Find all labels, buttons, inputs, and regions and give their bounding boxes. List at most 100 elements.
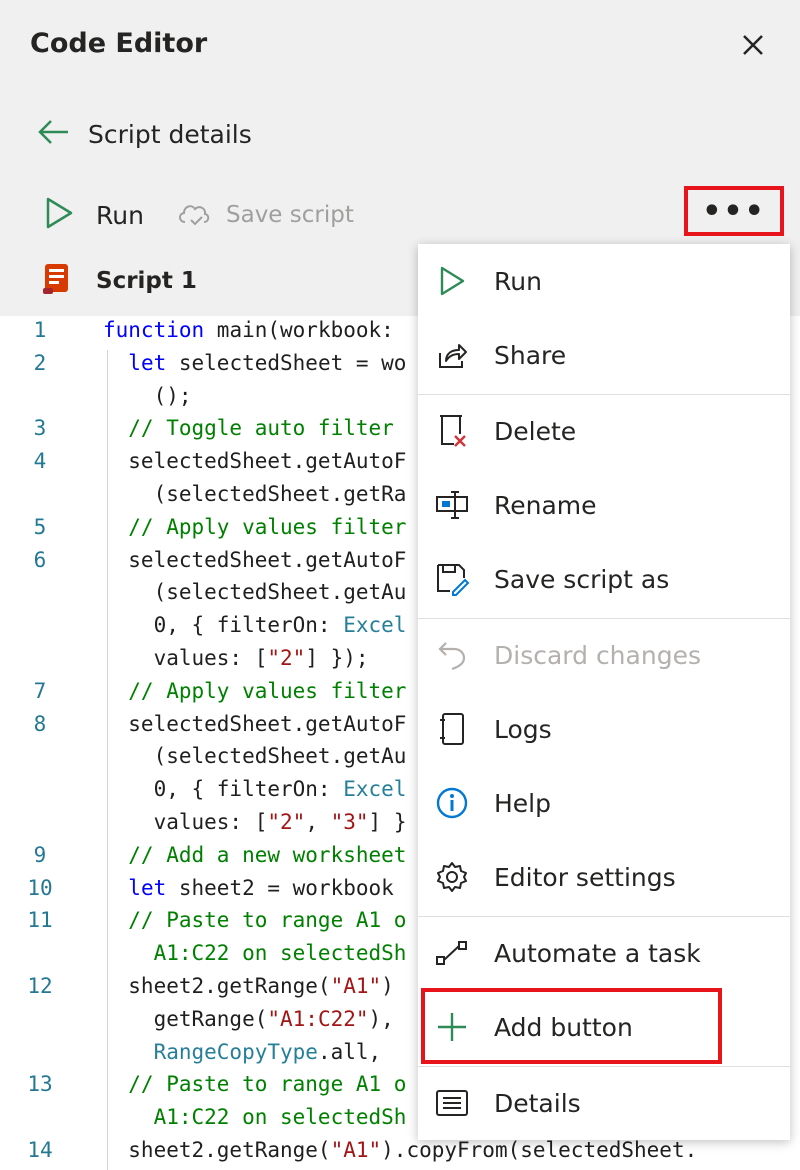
code-token: Excel <box>343 777 407 802</box>
menu-item-label: Share <box>494 340 567 370</box>
menu-item-delete[interactable]: Delete <box>418 396 790 466</box>
code-line: sheet2.getRange("A1").copyFrom(selectedS… <box>103 1138 697 1162</box>
code-token: 0, { filterOn: <box>103 613 344 638</box>
code-token: .all, <box>317 1039 394 1064</box>
code-line: A1:C22 on selectedSh <box>103 941 407 966</box>
code-token: selectedSheet = wo <box>166 350 407 375</box>
menu-separator <box>418 1066 790 1067</box>
delete-icon <box>434 413 470 449</box>
code-line: 0, { filterOn: Excel <box>103 613 407 638</box>
menu-item-logs[interactable]: Logs <box>418 694 790 764</box>
code-token: getRange( <box>103 1006 268 1031</box>
code-token: (selectedSheet.getRa <box>103 482 407 506</box>
code-token: sheet2 = workbook <box>166 875 394 900</box>
code-line: let sheet2 = workbook <box>103 876 394 900</box>
code-token: (selectedSheet.getAu <box>103 580 407 605</box>
line-number: 5 <box>33 514 47 539</box>
code-token: main(workbook: <box>204 318 394 342</box>
code-token: "A1" <box>330 1138 382 1162</box>
line-number: 9 <box>33 842 47 867</box>
script-tab[interactable]: Script 1 <box>42 262 197 300</box>
code-token: (selectedSheet.getAu <box>103 744 407 769</box>
code-token: let <box>128 875 167 900</box>
back-to-script-details[interactable]: Script details <box>36 116 252 152</box>
logs-icon <box>434 711 470 747</box>
close-icon[interactable] <box>738 30 768 60</box>
menu-separator <box>418 916 790 917</box>
code-token: values: [ <box>103 646 268 670</box>
code-token: ] }); <box>305 646 369 670</box>
menu-item-run[interactable]: Run <box>418 246 790 316</box>
code-token: // Paste to range A1 o <box>103 908 407 933</box>
code-token: , <box>305 810 331 834</box>
code-token: function <box>103 318 205 342</box>
menu-item-discard: Discard changes <box>418 620 790 690</box>
code-line: (selectedSheet.getRa <box>103 482 407 506</box>
menu-separator <box>418 618 790 619</box>
menu-item-automate[interactable]: Automate a task <box>418 918 790 988</box>
line-number: 1 <box>33 318 47 342</box>
code-token: "A1:C22" <box>267 1006 369 1031</box>
undo-icon <box>434 637 470 673</box>
run-button[interactable]: Run <box>44 196 144 234</box>
menu-item-label: Run <box>494 266 542 296</box>
menu-item-label: Discard changes <box>494 640 701 670</box>
code-line: function main(workbook: <box>103 318 394 342</box>
menu-item-rename[interactable]: Rename <box>418 470 790 540</box>
more-options-button[interactable]: ••• <box>684 186 784 236</box>
line-number: 2 <box>33 350 47 375</box>
code-line: values: ["2", "3"] } <box>103 810 407 834</box>
menu-item-details[interactable]: Details <box>418 1068 790 1138</box>
menu-item-editor-settings[interactable]: Editor settings <box>418 842 790 912</box>
code-token: "2" <box>267 810 306 834</box>
code-token: selectedSheet.getAutoF <box>103 449 407 474</box>
script-file-icon <box>42 262 74 300</box>
code-token: values: [ <box>103 810 268 834</box>
code-line: A1:C22 on selectedSh <box>103 1105 407 1129</box>
flow-icon <box>434 935 470 971</box>
arrow-left-icon <box>36 117 70 151</box>
menu-item-share[interactable]: Share <box>418 320 790 390</box>
code-line: // Apply values filter <box>103 515 406 539</box>
code-line: RangeCopyType.all, <box>103 1040 394 1064</box>
menu-item-label: Delete <box>494 416 577 446</box>
code-token: // Apply values filter <box>103 514 407 539</box>
code-line: selectedSheet.getAutoF <box>103 712 406 736</box>
menu-item-help[interactable]: Help <box>418 768 790 838</box>
code-token: let <box>128 350 167 375</box>
menu-separator <box>418 394 790 395</box>
save-script-button[interactable]: Save script <box>176 198 354 232</box>
script-name: Script 1 <box>96 268 197 294</box>
code-line: // Apply values filter <box>103 679 406 703</box>
code-token: RangeCopyType <box>153 1039 318 1064</box>
code-line: // Toggle auto filter <box>103 416 394 440</box>
add-button-highlight <box>421 988 722 1064</box>
code-token: sheet2.getRange( <box>103 974 331 998</box>
code-token: "3" <box>330 810 369 834</box>
save-script-label: Save script <box>226 202 354 228</box>
code-token: // Paste to range A1 o <box>103 1072 407 1097</box>
menu-item-label: Details <box>494 1088 581 1118</box>
code-token: (); <box>103 383 192 408</box>
code-line: (selectedSheet.getAu <box>103 580 407 605</box>
cloud-save-icon <box>176 198 212 232</box>
code-token: // Toggle auto filter <box>103 416 394 441</box>
code-token: ] } <box>368 810 407 834</box>
code-line: // Paste to range A1 o <box>103 1072 406 1096</box>
code-line: (selectedSheet.getAu <box>103 744 407 769</box>
menu-item-save-as[interactable]: Save script as <box>418 544 790 614</box>
code-token: A1:C22 on selectedSh <box>103 941 407 966</box>
panel-title: Code Editor <box>30 28 208 59</box>
code-token: // Add a new worksheet <box>103 842 407 867</box>
code-line: sheet2.getRange("A1") <box>103 974 394 998</box>
menu-item-label: Rename <box>494 490 597 520</box>
code-line: (); <box>103 384 192 408</box>
line-number: 7 <box>33 678 47 703</box>
code-token: // Apply values filter <box>103 678 407 703</box>
line-number: 8 <box>33 711 47 736</box>
code-line: values: ["2"] }); <box>103 646 369 670</box>
gear-icon <box>434 859 470 895</box>
rename-icon <box>434 487 470 523</box>
line-number: 10 <box>27 875 53 900</box>
